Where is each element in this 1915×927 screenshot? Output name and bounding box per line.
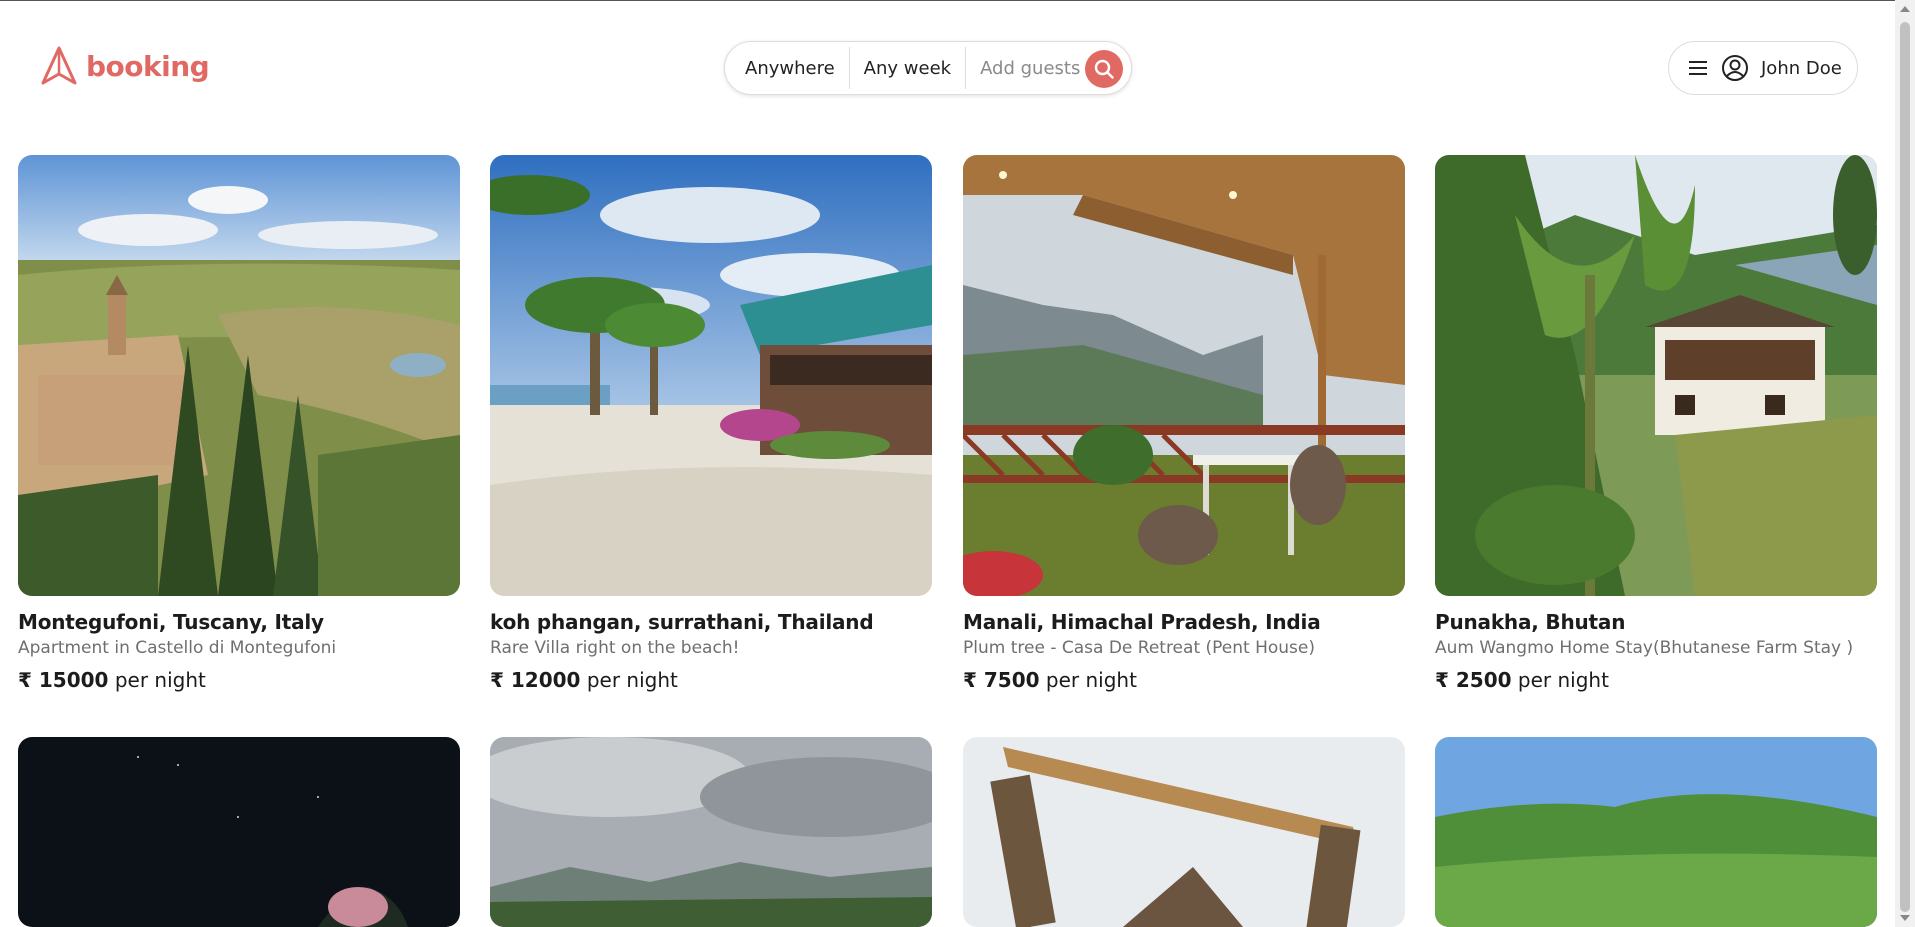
beach-villa-photo xyxy=(490,155,932,596)
currency-symbol: ₹ xyxy=(18,668,32,692)
listing-card[interactable]: Punakha, Bhutan Aum Wangmo Home Stay(Bhu… xyxy=(1435,155,1877,692)
search-week[interactable]: Any week xyxy=(850,58,965,79)
night-sky-photo xyxy=(18,737,460,927)
search-icon xyxy=(1094,59,1114,79)
listing-photo[interactable] xyxy=(963,737,1405,927)
listing-photo[interactable] xyxy=(18,737,460,927)
brand-logo[interactable]: booking xyxy=(40,46,210,86)
listing-card[interactable] xyxy=(963,737,1405,927)
listing-card[interactable] xyxy=(1435,737,1877,927)
scroll-up-arrow-icon[interactable] xyxy=(1900,6,1910,12)
listing-photo[interactable] xyxy=(490,737,932,927)
listing-card[interactable]: Montegufoni, Tuscany, Italy Apartment in… xyxy=(18,155,460,692)
listing-title: koh phangan, surrathani, Thailand xyxy=(490,610,874,634)
user-avatar-icon xyxy=(1722,55,1748,81)
listing-title: Montegufoni, Tuscany, Italy xyxy=(18,610,324,634)
listing-photo[interactable] xyxy=(963,155,1405,596)
listing-photo[interactable] xyxy=(1435,155,1877,596)
listing-card[interactable] xyxy=(490,737,932,927)
price-amount: 7500 xyxy=(983,668,1040,692)
currency-symbol: ₹ xyxy=(963,668,977,692)
price-amount: 2500 xyxy=(1455,668,1512,692)
listing-price: ₹ 15000 per night xyxy=(18,668,460,692)
listing-photo[interactable] xyxy=(490,155,932,596)
listing-card[interactable]: koh phangan, surrathani, Thailand Rare V… xyxy=(490,155,932,692)
search-location[interactable]: Anywhere xyxy=(745,58,849,79)
bhutanese-farmhouse-photo xyxy=(1435,155,1877,596)
listing-photo[interactable] xyxy=(1435,737,1877,927)
listing-price: ₹ 7500 per night xyxy=(963,668,1405,692)
hamburger-menu-icon xyxy=(1689,61,1707,75)
listing-card[interactable] xyxy=(18,737,460,927)
scroll-thumb[interactable] xyxy=(1900,22,1910,912)
search-bar[interactable]: Anywhere Any week Add guests xyxy=(724,41,1132,95)
scroll-down-arrow-icon[interactable] xyxy=(1900,915,1910,921)
currency-symbol: ₹ xyxy=(1435,668,1449,692)
price-unit: per night xyxy=(114,668,206,692)
listing-price: ₹ 12000 per night xyxy=(490,668,932,692)
listing-subtitle: Rare Villa right on the beach! xyxy=(490,638,740,658)
listing-photo[interactable] xyxy=(18,155,460,596)
user-name: John Doe xyxy=(1761,57,1842,79)
user-menu-button[interactable]: John Doe xyxy=(1668,41,1858,95)
site-header: booking Anywhere Any week Add guests Joh… xyxy=(0,0,1895,140)
listing-subtitle: Aum Wangmo Home Stay(Bhutanese Farm Stay… xyxy=(1435,638,1854,658)
listing-subtitle: Apartment in Castello di Montegufoni xyxy=(18,638,337,658)
listing-title: Manali, Himachal Pradesh, India xyxy=(963,610,1321,634)
listing-subtitle: Plum tree - Casa De Retreat (Pent House) xyxy=(963,638,1315,658)
cloudy-hills-photo xyxy=(490,737,932,927)
price-unit: per night xyxy=(1045,668,1137,692)
search-guests[interactable]: Add guests xyxy=(966,58,1094,79)
paper-plane-icon xyxy=(41,46,77,85)
price-unit: per night xyxy=(586,668,678,692)
price-unit: per night xyxy=(1517,668,1609,692)
mountain-balcony-photo xyxy=(963,155,1405,596)
listing-card[interactable]: Manali, Himachal Pradesh, India Plum tre… xyxy=(963,155,1405,692)
currency-symbol: ₹ xyxy=(490,668,504,692)
brand-name: booking xyxy=(86,49,210,83)
price-amount: 12000 xyxy=(510,668,581,692)
green-mountain-photo xyxy=(1435,737,1877,927)
listing-title: Punakha, Bhutan xyxy=(1435,610,1626,634)
price-amount: 15000 xyxy=(38,668,109,692)
tuscany-castle-photo xyxy=(18,155,460,596)
wooden-sign-arch-photo xyxy=(963,737,1405,927)
listing-price: ₹ 2500 per night xyxy=(1435,668,1877,692)
page-scrollbar[interactable] xyxy=(1895,0,1915,927)
search-button[interactable] xyxy=(1085,50,1123,88)
